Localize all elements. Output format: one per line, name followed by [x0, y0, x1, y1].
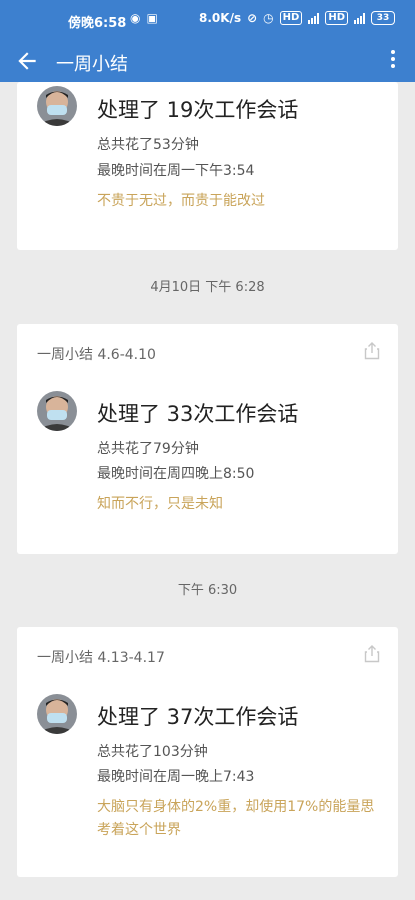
- summary-card[interactable]: 一周小结 4.13-4.17 处理了 37次工作会话 总共花了103分钟 最晚时…: [17, 627, 398, 877]
- latest-time-text: 最晚时间在周一下午3:54: [97, 163, 255, 179]
- hd-badge-1: HD: [279, 11, 303, 25]
- back-arrow-icon[interactable]: [14, 48, 40, 74]
- session-count-headline: 处理了 33次工作会话: [97, 402, 299, 426]
- quote-text: 大脑只有身体的2%重，却使用17%的能量思考着这个世界: [97, 799, 375, 838]
- battery-icon: 33: [371, 11, 395, 25]
- quote-text: 知而不行，只是未知: [97, 496, 223, 512]
- alarm-icon: ◷: [263, 11, 274, 25]
- session-count-headline: 处理了 37次工作会话: [97, 705, 299, 729]
- status-right: 8.0K/s ⊘ ◷ HD HD 33: [199, 11, 395, 25]
- weibo-icon: ▣: [146, 11, 158, 25]
- more-options-icon[interactable]: [389, 50, 397, 72]
- signal-icon-1: [308, 12, 320, 24]
- status-bar: 傍晚6:58 ◉ ▣ 8.0K/s ⊘ ◷ HD HD 33: [0, 0, 415, 40]
- app-bar: 一周小结: [0, 40, 415, 82]
- notification-icons: ◉ ▣: [130, 11, 158, 25]
- total-time-text: 总共花了53分钟: [97, 137, 199, 153]
- share-icon[interactable]: [364, 645, 380, 663]
- avatar: [37, 694, 77, 734]
- status-time: 傍晚6:58: [68, 16, 127, 31]
- message-timestamp: 下午 6:30: [177, 583, 238, 598]
- hd-badge-2: HD: [325, 11, 348, 25]
- total-time-text: 总共花了79分钟: [97, 441, 199, 457]
- message-timestamp: 4月10日 下午 6:28: [150, 280, 265, 295]
- card-header: 一周小结 4.6-4.10: [37, 347, 156, 363]
- quote-text: 不贵于无过，而贵于能改过: [97, 193, 265, 209]
- avatar: [37, 86, 77, 126]
- summary-card: 处理了 19次工作会话 总共花了53分钟 最晚时间在周一下午3:54 不贵于无过…: [17, 82, 398, 250]
- network-speed: 8.0K/s: [199, 11, 242, 25]
- signal-icon-2: [354, 12, 365, 24]
- total-time-text: 总共花了103分钟: [97, 744, 208, 760]
- summary-card[interactable]: 一周小结 4.6-4.10 处理了 33次工作会话 总共花了79分钟 最晚时间在…: [17, 324, 398, 554]
- mute-icon: ⊘: [247, 11, 258, 25]
- page-title: 一周小结: [56, 54, 128, 75]
- avatar: [37, 391, 77, 431]
- latest-time-text: 最晚时间在周四晚上8:50: [97, 466, 255, 482]
- wechat-icon: ◉: [130, 11, 141, 25]
- session-count-headline: 处理了 19次工作会话: [97, 98, 299, 122]
- latest-time-text: 最晚时间在周一晚上7:43: [97, 769, 255, 785]
- share-icon[interactable]: [364, 342, 380, 360]
- card-header: 一周小结 4.13-4.17: [37, 650, 165, 666]
